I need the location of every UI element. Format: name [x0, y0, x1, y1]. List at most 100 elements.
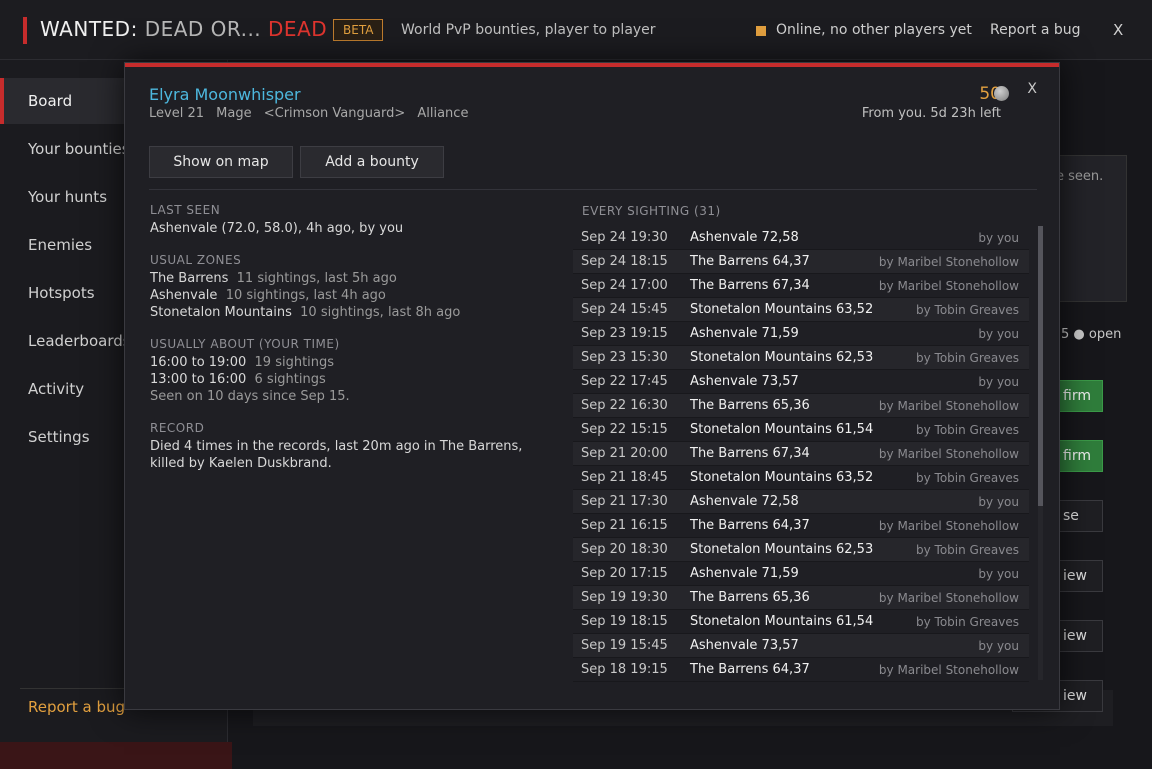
sighting-row[interactable]: Sep 22 15:15 Stonetalon Mountains 61,54 by… [573, 418, 1029, 442]
sighting-date: Sep 21 16:15 [581, 518, 668, 533]
sighting-date: Sep 24 15:45 [581, 302, 668, 317]
sighting-date: Sep 21 18:45 [581, 470, 668, 485]
sighting-reporter: by Maribel Stonehollow [878, 279, 1019, 293]
sightings-heading: EVERY SIGHTING (31) [582, 204, 721, 218]
time-info: 19 sightings [254, 355, 335, 370]
sighting-date: Sep 20 17:15 [581, 566, 668, 581]
sightings-list: Sep 24 19:30 Ashenvale 72,58 by you Sep 24 … [573, 226, 1029, 682]
sighting-row[interactable]: Sep 18 19:15 The Barrens 64,37 by Maribel … [573, 658, 1029, 682]
sighting-date: Sep 18 19:15 [581, 662, 668, 677]
sidebar-report-bug-link[interactable]: Report a bug [28, 698, 125, 716]
sighting-date: Sep 20 18:30 [581, 542, 668, 557]
sighting-zone: The Barrens 67,34 [690, 278, 810, 293]
sighting-zone: Stonetalon Mountains 61,54 [690, 614, 874, 629]
record-heading: RECORD [150, 421, 205, 435]
sighting-reporter: by you [978, 375, 1019, 389]
zone-line: Ashenvale 10 sightings, last 4h ago [150, 287, 460, 304]
sighting-row[interactable]: Sep 24 18:15 The Barrens 64,37 by Maribel … [573, 250, 1029, 274]
zone-line: Stonetalon Mountains 10 sightings, last … [150, 304, 460, 321]
sighting-row[interactable]: Sep 19 18:15 Stonetalon Mountains 61,54 by… [573, 610, 1029, 634]
background-open-count: 5 ● open [1061, 327, 1122, 342]
sighting-zone: Stonetalon Mountains 63,52 [690, 470, 874, 485]
sighting-reporter: by Maribel Stonehollow [878, 591, 1019, 605]
zone-info: 11 sightings, last 5h ago [236, 271, 397, 286]
sighting-date: Sep 19 15:45 [581, 638, 668, 653]
sighting-date: Sep 24 19:30 [581, 230, 668, 245]
modal-close-button[interactable]: X [1027, 81, 1037, 97]
sighting-zone: Ashenvale 71,59 [690, 566, 799, 581]
record-section: RECORD Died 4 times in the records, last… [150, 420, 540, 472]
report-bug-link[interactable]: Report a bug [990, 22, 1081, 38]
title-mid: DEAD OR... [144, 17, 262, 41]
sighting-zone: Stonetalon Mountains 63,52 [690, 302, 874, 317]
sighting-zone: The Barrens 65,36 [690, 398, 810, 413]
sighting-zone: The Barrens 64,37 [690, 254, 810, 269]
sighting-reporter: by Maribel Stonehollow [878, 255, 1019, 269]
sighting-row[interactable]: Sep 21 16:15 The Barrens 64,37 by Maribel … [573, 514, 1029, 538]
silver-coin-icon [994, 86, 1009, 101]
title-main: WANTED: [40, 17, 138, 41]
sidebar-footer-bar [0, 742, 232, 769]
show-on-map-button[interactable]: Show on map [149, 146, 293, 178]
sighting-zone: The Barrens 65,36 [690, 590, 810, 605]
app-title: WANTED: DEAD OR... DEAD [40, 17, 327, 41]
add-bounty-button[interactable]: Add a bounty [300, 146, 444, 178]
sighting-row[interactable]: Sep 24 15:45 Stonetalon Mountains 63,52 by… [573, 298, 1029, 322]
sighting-date: Sep 22 17:45 [581, 374, 668, 389]
title-end: DEAD [268, 17, 328, 41]
target-level: Level 21 [149, 106, 204, 121]
zone-name: Ashenvale [150, 288, 218, 303]
time-info: 6 sightings [254, 372, 326, 387]
modal-divider [149, 189, 1037, 190]
sighting-reporter: by you [978, 567, 1019, 581]
zone-name: Stonetalon Mountains [150, 305, 292, 320]
sighting-zone: Ashenvale 72,58 [690, 494, 799, 509]
sighting-reporter: by you [978, 231, 1019, 245]
time-range: 16:00 to 19:00 [150, 355, 247, 370]
sighting-row[interactable]: Sep 24 17:00 The Barrens 67,34 by Maribel … [573, 274, 1029, 298]
seen-days: Seen on 10 days since Sep 15. [150, 389, 350, 404]
sighting-row[interactable]: Sep 21 18:45 Stonetalon Mountains 63,52 by… [573, 466, 1029, 490]
time-line: 13:00 to 16:00 6 sightings [150, 371, 350, 388]
target-info: Level 21 Mage <Crimson Vanguard> Allianc… [149, 106, 476, 121]
sighting-zone: Stonetalon Mountains 62,53 [690, 350, 874, 365]
usual-zones-heading: USUAL ZONES [150, 253, 242, 267]
sighting-row[interactable]: Sep 22 17:45 Ashenvale 73,57 by you [573, 370, 1029, 394]
time-range: 13:00 to 16:00 [150, 372, 247, 387]
last-seen-value: Ashenvale (72.0, 58.0), 4h ago, by you [150, 221, 404, 236]
sighting-reporter: by Tobin Greaves [916, 471, 1019, 485]
sighting-row[interactable]: Sep 20 17:15 Ashenvale 71,59 by you [573, 562, 1029, 586]
title-accent-bar [23, 17, 27, 44]
sighting-row[interactable]: Sep 22 16:30 The Barrens 65,36 by Maribel … [573, 394, 1029, 418]
sighting-reporter: by you [978, 495, 1019, 509]
sighting-row[interactable]: Sep 20 18:30 Stonetalon Mountains 62,53 by… [573, 538, 1029, 562]
target-guild: <Crimson Vanguard> [263, 106, 406, 121]
status-text: Online, no other players yet [776, 22, 972, 38]
sighting-row[interactable]: Sep 19 19:30 The Barrens 65,36 by Maribel … [573, 586, 1029, 610]
sighting-zone: Stonetalon Mountains 61,54 [690, 422, 874, 437]
sighting-row[interactable]: Sep 23 15:30 Stonetalon Mountains 62,53 by… [573, 346, 1029, 370]
title-bar: WANTED: DEAD OR... DEAD BETA World PvP b… [0, 0, 1152, 60]
record-value: Died 4 times in the records, last 20m ag… [150, 439, 523, 471]
sighting-zone: Ashenvale 73,57 [690, 638, 799, 653]
sighting-date: Sep 24 17:00 [581, 278, 668, 293]
sighting-zone: Ashenvale 72,58 [690, 230, 799, 245]
sighting-reporter: by Maribel Stonehollow [878, 399, 1019, 413]
target-faction: Alliance [417, 106, 469, 121]
sighting-row[interactable]: Sep 24 19:30 Ashenvale 72,58 by you [573, 226, 1029, 250]
target-name: Elyra Moonwhisper [149, 85, 301, 104]
sighting-row[interactable]: Sep 21 17:30 Ashenvale 72,58 by you [573, 490, 1029, 514]
close-window-button[interactable]: X [1113, 21, 1123, 39]
status-indicator-icon [756, 26, 766, 36]
sighting-date: Sep 24 18:15 [581, 254, 668, 269]
sighting-zone: The Barrens 67,34 [690, 446, 810, 461]
sighting-date: Sep 19 18:15 [581, 614, 668, 629]
sighting-row[interactable]: Sep 19 15:45 Ashenvale 73,57 by you [573, 634, 1029, 658]
sighting-reporter: by Maribel Stonehollow [878, 663, 1019, 677]
sighting-row[interactable]: Sep 21 20:00 The Barrens 67,34 by Maribel … [573, 442, 1029, 466]
sighting-date: Sep 21 17:30 [581, 494, 668, 509]
sighting-row[interactable]: Sep 23 19:15 Ashenvale 71,59 by you [573, 322, 1029, 346]
sightings-scrollbar-thumb[interactable] [1038, 226, 1043, 506]
sighting-reporter: by you [978, 327, 1019, 341]
sighting-reporter: by Tobin Greaves [916, 615, 1019, 629]
